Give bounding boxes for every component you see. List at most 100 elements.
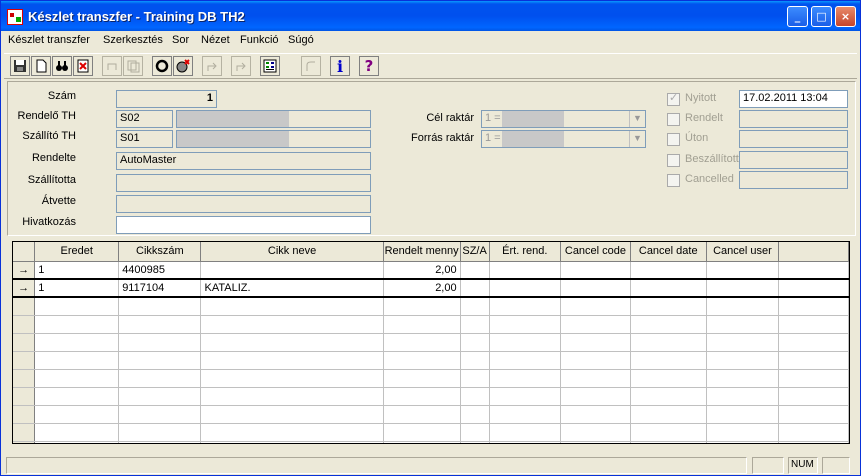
empty-cell[interactable] (489, 333, 562, 352)
szallitotta-field[interactable] (116, 174, 371, 192)
empty-cell[interactable] (560, 441, 631, 443)
empty-cell[interactable] (706, 297, 780, 316)
empty-cell[interactable] (489, 369, 562, 388)
empty-cell[interactable] (489, 315, 562, 334)
empty-cell[interactable] (34, 333, 120, 352)
beszallitott-date-field[interactable] (739, 151, 848, 169)
empty-cell[interactable] (460, 297, 490, 316)
empty-cell[interactable] (778, 441, 849, 443)
cell-sza[interactable] (460, 278, 490, 298)
calculator-icon[interactable] (260, 56, 280, 76)
nyitott-checkbox[interactable] (667, 91, 680, 106)
rendelte-field[interactable]: AutoMaster (116, 152, 371, 170)
menu-funkcio[interactable]: Funkció (240, 34, 279, 46)
empty-cell[interactable] (560, 333, 631, 352)
row-indicator-arrow-icon[interactable]: → (13, 278, 36, 298)
empty-cell[interactable] (460, 369, 490, 388)
empty-cell[interactable] (706, 351, 780, 370)
uton-date-field[interactable] (739, 130, 848, 148)
uton-checkbox[interactable] (667, 133, 680, 146)
row-indicator[interactable] (13, 351, 36, 370)
empty-cell[interactable] (118, 423, 202, 442)
empty-cell[interactable] (383, 387, 461, 406)
empty-cell[interactable] (706, 315, 780, 334)
cell-cancel-code[interactable] (560, 278, 631, 298)
cell-cikkszam[interactable]: 9117104 (118, 278, 202, 298)
new-icon[interactable] (31, 56, 51, 76)
empty-cell[interactable] (489, 297, 562, 316)
empty-cell[interactable] (200, 333, 384, 352)
empty-cell[interactable] (118, 369, 202, 388)
empty-cell[interactable] (706, 333, 780, 352)
delete-icon[interactable] (73, 56, 93, 76)
chevron-down-icon[interactable]: ▼ (629, 131, 645, 147)
empty-cell[interactable] (778, 297, 849, 316)
empty-cell[interactable] (489, 405, 562, 424)
empty-row[interactable] (13, 297, 849, 316)
title-bar[interactable]: Készlet transzfer - Training DB TH2 _ □ … (1, 1, 860, 31)
empty-row[interactable] (13, 441, 849, 443)
col-cikkszam[interactable]: Cikkszám (118, 242, 202, 262)
empty-cell[interactable] (383, 351, 461, 370)
empty-cell[interactable] (630, 333, 707, 352)
undo-icon[interactable] (102, 56, 122, 76)
empty-row[interactable] (13, 369, 849, 388)
cancel-circle-icon[interactable] (173, 56, 193, 76)
empty-cell[interactable] (706, 387, 780, 406)
empty-cell[interactable] (118, 441, 202, 443)
empty-cell[interactable] (560, 315, 631, 334)
empty-cell[interactable] (118, 351, 202, 370)
empty-cell[interactable] (560, 297, 631, 316)
refresh-icon[interactable] (301, 56, 321, 76)
empty-cell[interactable] (34, 423, 120, 442)
menu-nezet[interactable]: Nézet (201, 34, 230, 46)
cell-rendelt[interactable]: 2,00 (383, 278, 461, 298)
cell-cancel-user[interactable] (706, 261, 780, 280)
cancelled-date-field[interactable] (739, 171, 848, 189)
empty-cell[interactable] (200, 423, 384, 442)
empty-cell[interactable] (560, 387, 631, 406)
close-button[interactable]: × (835, 6, 856, 27)
app-icon[interactable] (7, 9, 23, 25)
cell-rendelt[interactable]: 2,00 (383, 261, 461, 280)
empty-cell[interactable] (560, 405, 631, 424)
empty-row[interactable] (13, 423, 849, 442)
hivatkozas-field[interactable] (116, 216, 371, 234)
empty-cell[interactable] (630, 441, 707, 443)
col-cancel-date[interactable]: Cancel date (630, 242, 707, 262)
empty-cell[interactable] (778, 315, 849, 334)
empty-cell[interactable] (706, 405, 780, 424)
cell-cancel-date[interactable] (630, 278, 707, 298)
empty-cell[interactable] (118, 333, 202, 352)
empty-cell[interactable] (460, 423, 490, 442)
empty-row[interactable] (13, 387, 849, 406)
maximize-button[interactable]: □ (811, 6, 832, 27)
menu-szerkesztes[interactable]: Szerkesztés (103, 34, 163, 46)
empty-cell[interactable] (489, 351, 562, 370)
empty-cell[interactable] (560, 369, 631, 388)
empty-cell[interactable] (778, 387, 849, 406)
empty-cell[interactable] (630, 423, 707, 442)
find-icon[interactable] (52, 56, 72, 76)
nav-next-icon[interactable] (231, 56, 251, 76)
col-rendelt-menny[interactable]: Rendelt menny (383, 242, 461, 262)
empty-cell[interactable] (560, 423, 631, 442)
empty-cell[interactable] (630, 405, 707, 424)
empty-cell[interactable] (34, 297, 120, 316)
empty-cell[interactable] (200, 297, 384, 316)
empty-cell[interactable] (34, 351, 120, 370)
empty-cell[interactable] (383, 405, 461, 424)
beszallitott-checkbox[interactable] (667, 154, 680, 167)
empty-cell[interactable] (34, 441, 120, 443)
info-icon[interactable]: i (330, 56, 350, 76)
cell-ert-rend[interactable] (489, 278, 562, 298)
empty-cell[interactable] (630, 315, 707, 334)
table-row-selected[interactable]: → 1 9117104 KATALIZ. 2,00 (13, 278, 849, 298)
col-cancel-code[interactable]: Cancel code (560, 242, 631, 262)
row-indicator[interactable] (13, 423, 36, 442)
empty-cell[interactable] (489, 441, 562, 443)
empty-cell[interactable] (560, 351, 631, 370)
chevron-down-icon[interactable]: ▼ (629, 111, 645, 127)
row-indicator[interactable] (13, 441, 36, 443)
empty-cell[interactable] (460, 405, 490, 424)
